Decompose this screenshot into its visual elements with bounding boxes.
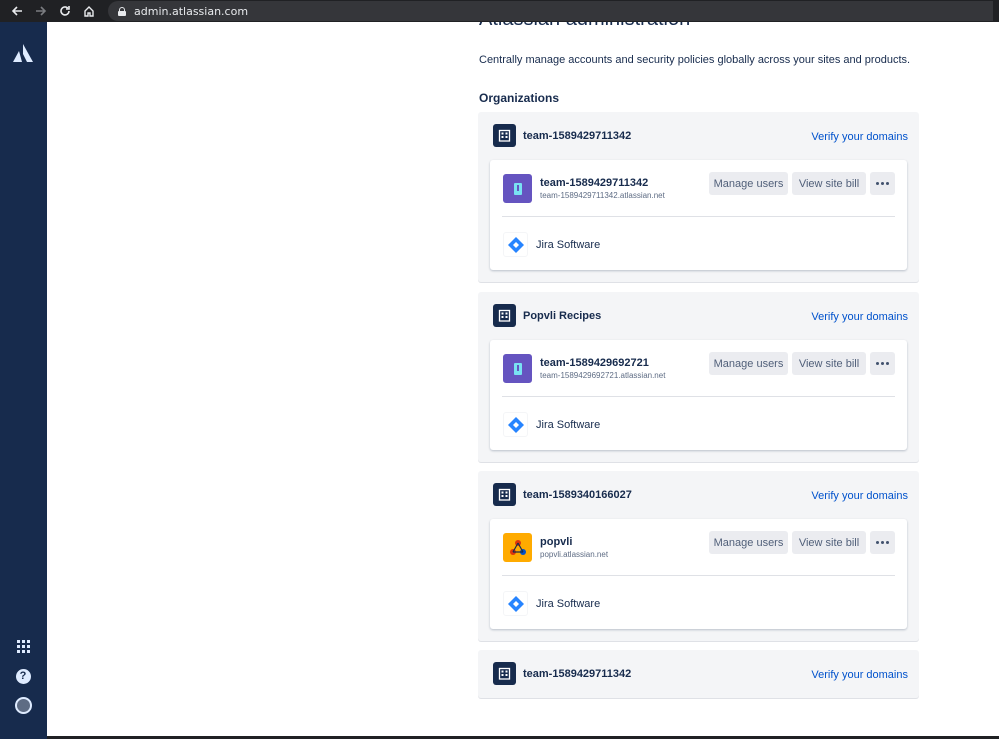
product-item[interactable]: Jira Software [503, 591, 600, 616]
more-actions-button[interactable] [870, 352, 895, 375]
browser-toolbar: admin.atlassian.com [0, 0, 999, 22]
product-name: Jira Software [536, 238, 601, 251]
page-title: Atlassian administration [479, 22, 690, 31]
purple-site-icon [503, 174, 532, 203]
organization-name[interactable]: Popvli Recipes [523, 310, 601, 322]
atlassian-logo[interactable] [13, 44, 33, 62]
site-name[interactable]: team-1589429692721 [540, 357, 649, 369]
product-item[interactable]: Jira Software [503, 232, 600, 257]
site-card: popvli popvli.atlassian.net Manage users… [490, 519, 907, 629]
view-site-bill-button[interactable]: View site bill [792, 352, 866, 375]
organizations-heading: Organizations [479, 91, 560, 105]
organization-name[interactable]: team-1589429711342 [523, 130, 631, 142]
user-avatar[interactable] [13, 695, 33, 715]
divider [502, 396, 895, 397]
verify-domains-link[interactable]: Verify your domains [811, 490, 908, 502]
avatar [14, 696, 32, 714]
organization-card: team-1589429711342 Verify your domains t… [478, 112, 919, 282]
lock-icon [118, 6, 126, 16]
more-icon [876, 541, 889, 544]
more-actions-button[interactable] [870, 531, 895, 554]
organization-header: Popvli Recipes Verify your domains [478, 292, 919, 340]
product-item[interactable]: Jira Software [503, 412, 600, 437]
more-icon [876, 182, 889, 185]
product-name: Jira Software [536, 418, 601, 431]
manage-users-button[interactable]: Manage users [709, 172, 788, 195]
building-icon [493, 124, 516, 147]
organization-header: team-1589340166027 Verify your domains [478, 471, 919, 519]
site-url: popvli.atlassian.net [540, 550, 609, 559]
organization-card: Popvli Recipes Verify your domains team-… [478, 292, 919, 462]
forward-arrow-icon[interactable] [30, 0, 52, 22]
site-name[interactable]: popvli [540, 536, 572, 548]
orange-site-icon [503, 533, 532, 562]
verify-domains-link[interactable]: Verify your domains [811, 311, 908, 323]
divider [502, 216, 895, 217]
jira-software-icon [503, 412, 528, 437]
address-url: admin.atlassian.com [134, 4, 249, 18]
help-icon[interactable]: ? [13, 666, 33, 686]
organization-card: team-1589429711342 Verify your domains [478, 650, 919, 698]
divider [502, 575, 895, 576]
purple-site-icon [503, 354, 532, 383]
organization-card: team-1589340166027 Verify your domains p… [478, 471, 919, 641]
organization-header: team-1589429711342 Verify your domains [478, 650, 919, 698]
more-actions-button[interactable] [870, 172, 895, 195]
verify-domains-link[interactable]: Verify your domains [811, 131, 908, 143]
jira-software-icon [503, 591, 528, 616]
site-card: team-1589429692721 team-1589429692721.at… [490, 340, 907, 450]
reload-icon[interactable] [54, 0, 76, 22]
back-arrow-icon[interactable] [6, 0, 28, 22]
verify-domains-link[interactable]: Verify your domains [811, 669, 908, 681]
address-bar[interactable]: admin.atlassian.com [108, 1, 993, 21]
manage-users-button[interactable]: Manage users [709, 352, 788, 375]
organization-header: team-1589429711342 Verify your domains [478, 112, 919, 160]
building-icon [493, 662, 516, 685]
view-site-bill-button[interactable]: View site bill [792, 531, 866, 554]
more-icon [876, 362, 889, 365]
building-icon [493, 483, 516, 506]
manage-users-button[interactable]: Manage users [709, 531, 788, 554]
site-url: team-1589429711342.atlassian.net [540, 191, 665, 200]
view-site-bill-button[interactable]: View site bill [792, 172, 866, 195]
site-card: team-1589429711342 team-1589429711342.at… [490, 160, 907, 270]
site-url: team-1589429692721.atlassian.net [540, 371, 666, 380]
main-content: Atlassian administration Centrally manag… [47, 22, 999, 739]
jira-software-icon [503, 232, 528, 257]
home-icon[interactable] [78, 0, 100, 22]
page-subtitle: Centrally manage accounts and security p… [479, 54, 911, 66]
building-icon [493, 304, 516, 327]
global-sidebar: ? [0, 22, 47, 739]
app-switcher-icon[interactable] [13, 636, 33, 656]
site-name[interactable]: team-1589429711342 [540, 177, 648, 189]
product-name: Jira Software [536, 597, 601, 610]
organization-name[interactable]: team-1589340166027 [523, 489, 632, 501]
organization-name[interactable]: team-1589429711342 [523, 668, 631, 680]
